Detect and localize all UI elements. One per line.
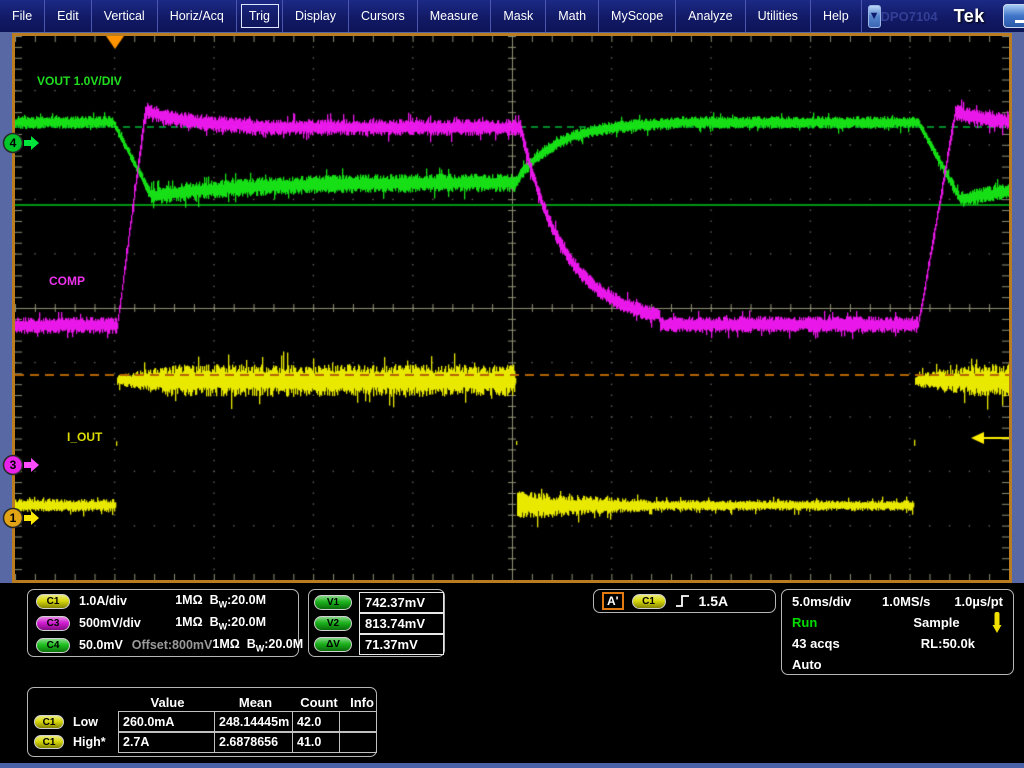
menu-bar: FileEditVerticalHoriz/AcqTrigDisplayCurs… xyxy=(0,0,862,32)
channel-scale: 50.0mV xyxy=(79,638,123,652)
iout-trace-label: I_OUT xyxy=(67,430,102,444)
cursor-row-3: ΔV 71.37mV xyxy=(309,634,444,655)
measurement-row-low: C1 Low 260.0mA248.14445m42.0 xyxy=(34,712,381,732)
trigger-event-badge[interactable]: A' xyxy=(602,592,624,610)
record-length: RL:50.0k xyxy=(921,636,975,651)
menu-trig[interactable]: Trig xyxy=(237,0,283,32)
horizontal-readout-box: 5.0ms/div 1.0MS/s 1.0µs/pt Run Sample 43… xyxy=(781,589,1014,675)
cursor-row-2: V2 813.74mV xyxy=(309,613,444,634)
measurement-header: Info xyxy=(343,695,381,710)
minimize-button[interactable] xyxy=(1003,4,1024,28)
menu-utilities[interactable]: Utilities xyxy=(746,0,811,32)
channel-3-position-marker[interactable]: 3 xyxy=(2,454,42,481)
cursor-value: 813.74mV xyxy=(359,613,444,634)
menu-math[interactable]: Math xyxy=(546,0,599,32)
menu-help[interactable]: Help xyxy=(811,0,862,32)
title-bar: FileEditVerticalHoriz/AcqTrigDisplayCurs… xyxy=(0,0,1024,32)
menu-dropdown-button[interactable]: ▼ xyxy=(868,5,881,28)
measurement-count: 42.0 xyxy=(292,711,340,733)
measurement-header-row: ValueMeanCountInfo xyxy=(34,692,381,712)
channel-offset: Offset:800mV xyxy=(132,638,213,652)
channel-readout-c3: C3 500mV/div 1MΩ BW:20.0M xyxy=(28,612,298,634)
channel-impedance-bw: 1MΩ BW:20.0M xyxy=(212,637,303,654)
measurement-table-box: ValueMeanCountInfoC1Low260.0mA248.14445m… xyxy=(27,687,377,757)
measurement-row-high: C1 High* 2.7A2.687865641.0 xyxy=(34,732,381,752)
channel-scale: 1.0A/div xyxy=(79,594,127,608)
model-label: DPO7104 xyxy=(881,9,938,24)
channel-readout-box: C1 1.0A/div 1MΩ BW:20.0M C3 500mV/div 1MΩ BW:… xyxy=(27,589,299,657)
cursor-readout-box: V1 742.37mV V2 813.74mV ΔV 71.37mV xyxy=(308,589,445,657)
menu-display[interactable]: Display xyxy=(283,0,349,32)
measurement-value: 2.7A xyxy=(118,731,215,753)
cursor-badge[interactable]: V2 xyxy=(314,616,352,631)
measurement-source-badge[interactable]: C1 xyxy=(34,735,64,749)
measurement-name: High* xyxy=(73,735,106,749)
sample-rate: 1.0MS/s xyxy=(882,594,930,609)
channel-readout-c4: C450.0mVOffset:800mV1MΩ BW:20.0M xyxy=(28,634,298,656)
acquisition-state: Run xyxy=(792,615,882,630)
cursor-value: 71.37mV xyxy=(359,634,444,655)
measurement-count: 41.0 xyxy=(292,731,340,753)
measurement-header: Count xyxy=(295,695,343,710)
channel-1-position-marker[interactable]: 1 xyxy=(2,507,42,534)
measurement-mean: 248.14445m xyxy=(214,711,293,733)
cursor-badge[interactable]: ΔV xyxy=(314,637,352,652)
timebase-scale: 5.0ms/div xyxy=(792,594,882,609)
measurement-source-badge[interactable]: C1 xyxy=(34,715,64,729)
menu-horizacq[interactable]: Horiz/Acq xyxy=(158,0,237,32)
waveform-canvas[interactable] xyxy=(15,36,1009,580)
acquisition-mode: Sample xyxy=(882,615,991,630)
measurement-info xyxy=(339,711,377,733)
chevron-down-icon: ▼ xyxy=(869,10,880,22)
channel-4-position-marker[interactable]: 4 xyxy=(2,132,42,159)
cursor-badge[interactable]: V1 xyxy=(314,595,352,610)
trigger-mode: Auto xyxy=(792,657,822,672)
menu-mask[interactable]: Mask xyxy=(491,0,546,32)
vout-trace-label: VOUT 1.0V/DIV xyxy=(37,74,122,88)
comp-trace-label: COMP xyxy=(49,274,85,288)
bottom-edge-strip xyxy=(0,763,1024,768)
cursor-row-1: V1 742.37mV xyxy=(309,592,444,613)
svg-text:3: 3 xyxy=(10,458,17,472)
cursor-value: 742.37mV xyxy=(359,592,444,613)
channel-impedance-bw: 1MΩ BW:20.0M xyxy=(175,615,266,632)
trigger-level-value: 1.5A xyxy=(699,593,729,609)
channel-badge-c4[interactable]: C4 xyxy=(36,638,70,653)
channel-scale: 500mV/div xyxy=(79,616,141,630)
channel-badge-c1[interactable]: C1 xyxy=(36,594,70,609)
measurement-header: Mean xyxy=(216,695,295,710)
measurement-name: Low xyxy=(73,715,98,729)
menu-file[interactable]: File xyxy=(0,0,45,32)
svg-text:4: 4 xyxy=(10,136,17,150)
titlebar-right: DPO7104 Tek X xyxy=(881,0,1024,32)
measurement-header: Value xyxy=(119,695,216,710)
graticule-frame: VOUT 1.0V/DIV COMP I_OUT xyxy=(12,33,1012,583)
scope-display-area: VOUT 1.0V/DIV COMP I_OUT 4 3 1 xyxy=(0,32,1024,583)
tek-logo: Tek xyxy=(954,6,985,27)
menu-myscope[interactable]: MyScope xyxy=(599,0,676,32)
measurement-info xyxy=(339,731,377,753)
trigger-readout-box: A' C1 1.5A xyxy=(593,589,776,613)
menu-cursors[interactable]: Cursors xyxy=(349,0,418,32)
measurement-mean: 2.6878656 xyxy=(214,731,293,753)
menu-measure[interactable]: Measure xyxy=(418,0,492,32)
readout-panel: C1 1.0A/div 1MΩ BW:20.0M C3 500mV/div 1MΩ BW:… xyxy=(0,583,1024,768)
acquisition-count: 43 acqs xyxy=(792,636,840,651)
svg-text:1: 1 xyxy=(10,511,17,525)
minimize-icon xyxy=(1015,20,1024,23)
position-indicator-icon xyxy=(991,611,1003,634)
trigger-source-badge[interactable]: C1 xyxy=(632,594,666,609)
measurement-value: 260.0mA xyxy=(118,711,215,733)
menu-vertical[interactable]: Vertical xyxy=(92,0,158,32)
channel-readout-c1: C1 1.0A/div 1MΩ BW:20.0M xyxy=(28,590,298,612)
rising-edge-icon xyxy=(674,593,691,609)
channel-impedance-bw: 1MΩ BW:20.0M xyxy=(175,593,266,610)
menu-edit[interactable]: Edit xyxy=(45,0,92,32)
resolution: 1.0µs/pt xyxy=(954,594,1003,609)
channel-badge-c3[interactable]: C3 xyxy=(36,616,70,631)
menu-analyze[interactable]: Analyze xyxy=(676,0,745,32)
